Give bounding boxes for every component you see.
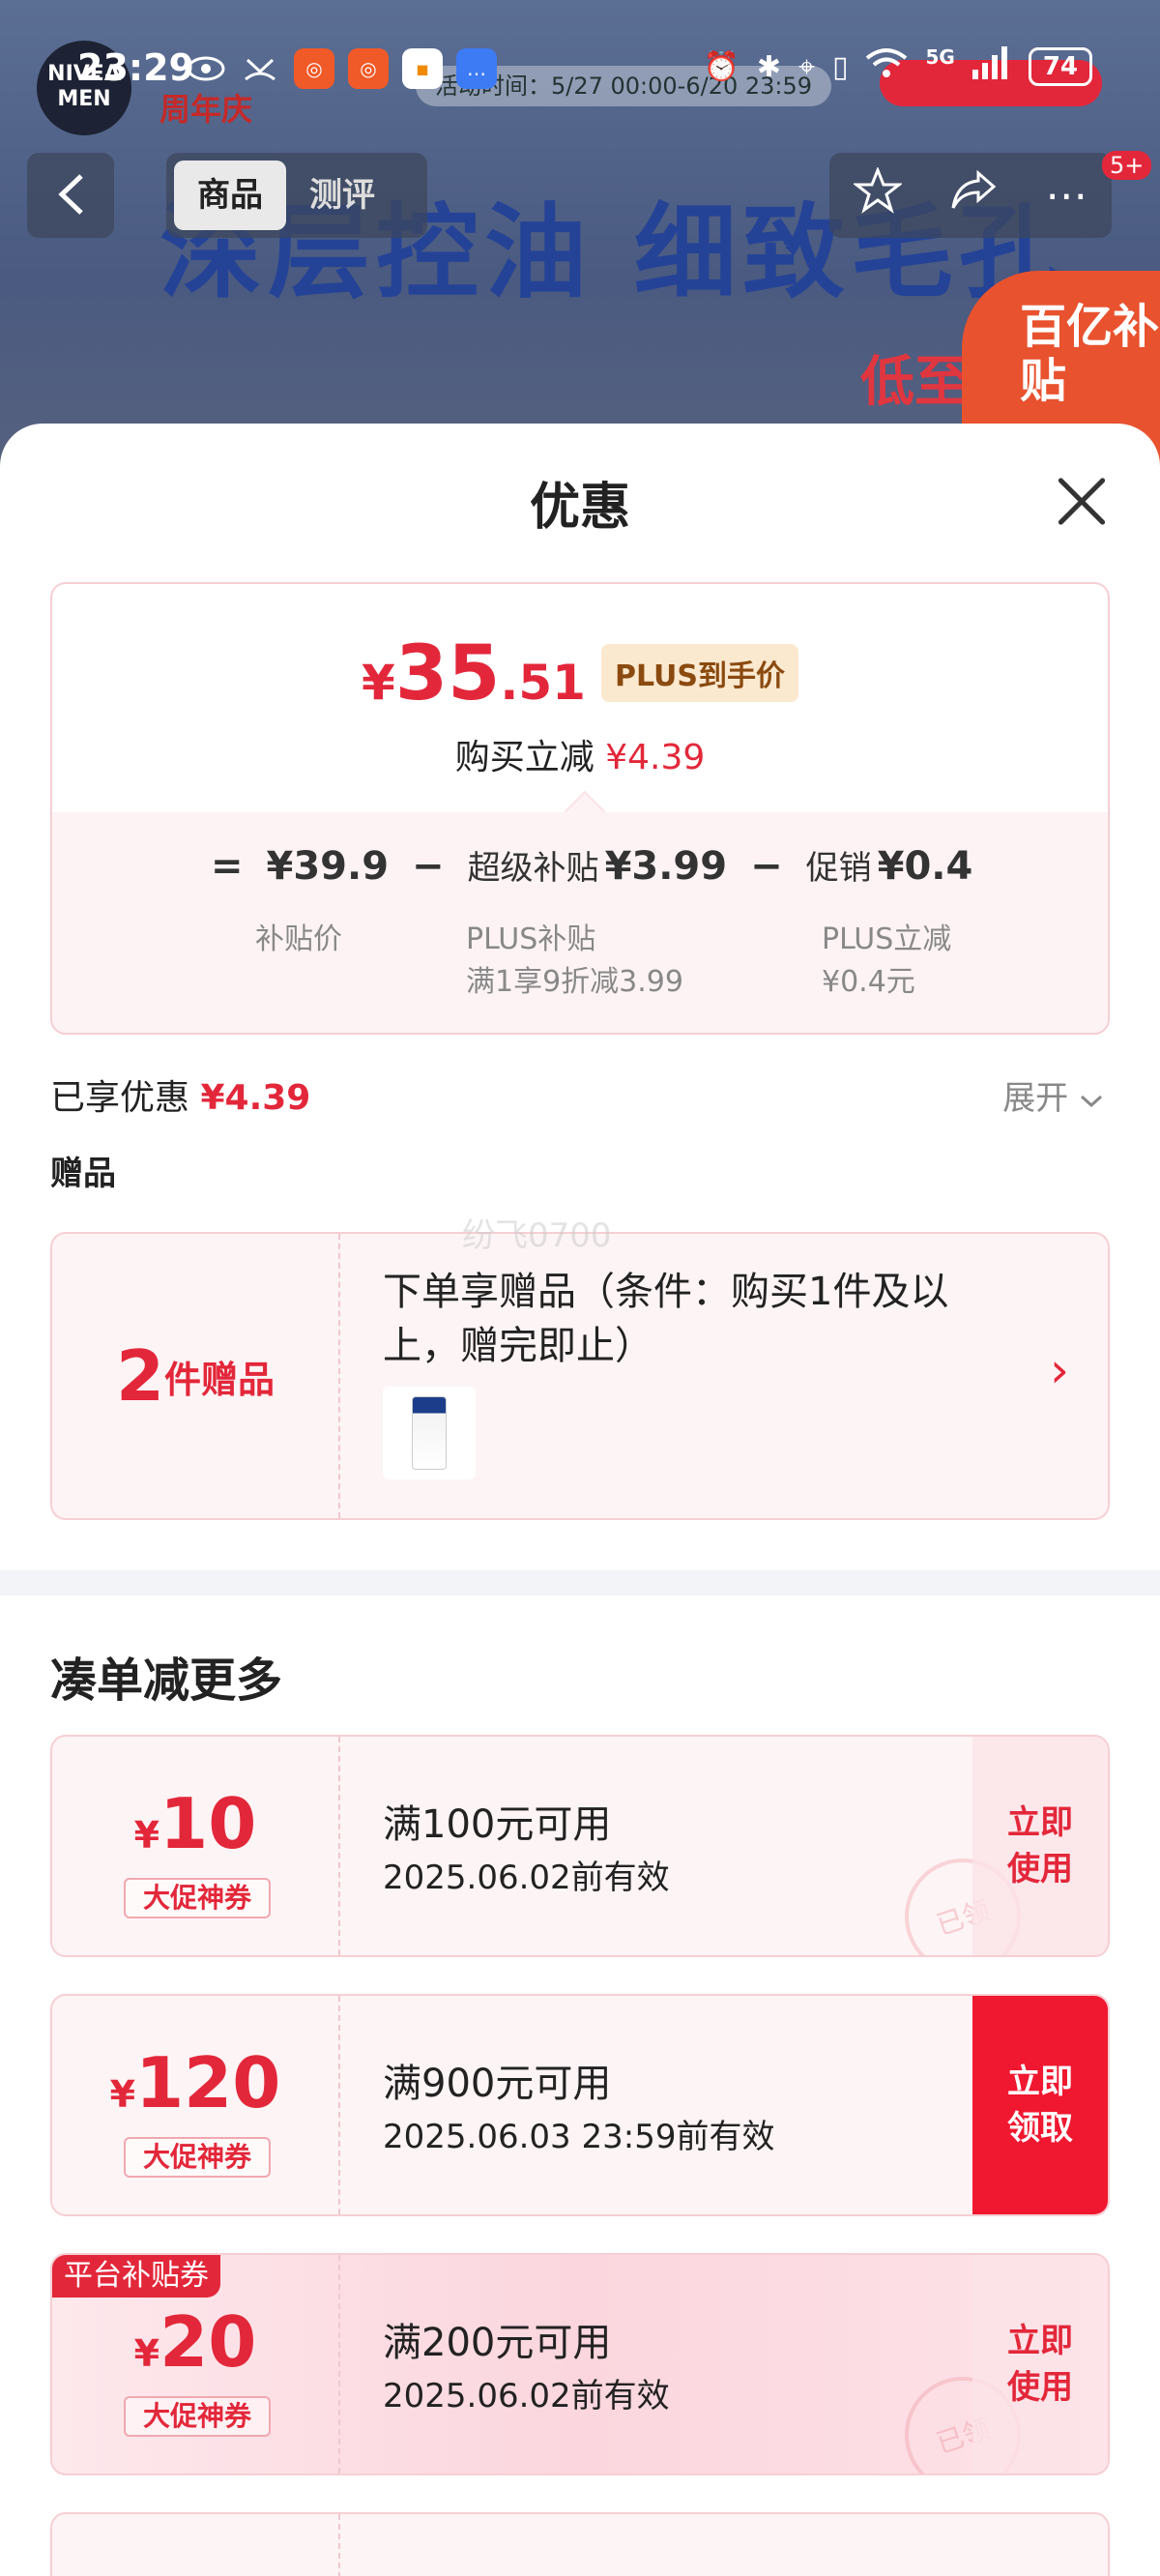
coupon-validity: 2025.06.02前有效 [383,1859,670,1897]
use-now-button[interactable]: 立即使用 [972,2255,1108,2474]
coupon-card: ¥10 大促神券 满100元可用 2025.06.02前有效 已领 立即使用 [50,1735,1110,1957]
section-divider [0,1570,1160,1595]
promo-caption: PLUS立减 ¥0.4元 [822,922,952,999]
coupon-amount: ¥120 [109,2042,281,2123]
system-status-icons: ⏰ ✱ ⌖ ▯ 5G 74 [703,45,1092,87]
expand-toggle[interactable]: 展开 [1002,1071,1104,1119]
eye-icon [186,48,226,89]
notification-icons: ◎ ◎ ◼ … [186,48,497,89]
nav-tabs: 商品 测评 [166,153,427,238]
location-icon: ⌖ [798,49,815,84]
status-bar: 23:29 ◎ ◎ ◼ … ⏰ ✱ ⌖ ▯ 5G 74 [0,0,1160,135]
wifi-icon [865,46,908,87]
watermark: 纷飞0700 [462,1216,612,1255]
instant-reduce-line: 购买立减 ¥4.39 [454,738,706,777]
bluetooth-icon: ✱ [756,49,782,84]
message-badge: 5+ [1102,151,1152,180]
promo-amount: ¥0.4 [877,844,973,889]
share-icon[interactable] [949,169,998,222]
coupon-validity: 2025.06.03 23:59前有效 [383,2118,775,2156]
battery-indicator: 74 [1028,47,1092,86]
price-breakdown-card: ¥35.51 PLUS到手价 购买立减 ¥4.39 = ¥39.9 − 超级补贴… [50,582,1110,1035]
status-time: 23:29 [77,46,194,89]
app-notification-icon: ◼ [402,48,443,89]
gift-card[interactable]: 2 件赠品 下单享赠品（条件：购买1件及以上，赠完即止） › [50,1232,1110,1520]
network-label: 5G [925,45,955,69]
coupon-validity: 2025.06.02前有效 [383,2377,670,2415]
vibrate-icon: ▯ [831,49,849,84]
nav-actions: ⋯ [829,153,1112,238]
coupon-amount: ¥10 [133,1783,257,1864]
more-icon[interactable]: ⋯ [1045,171,1088,220]
app-notification-icon: ◎ [294,48,334,89]
final-price-row: ¥35.51 PLUS到手价 [52,630,1108,717]
coupon-type-tag: 大促神券 [124,1878,271,1918]
coupon-type-tag: 大促神券 [124,2137,271,2178]
gift-product-image [383,1387,476,1479]
formula-line: = ¥39.9 − 超级补贴 ¥3.99 − 促销 ¥0.4 [211,844,973,889]
price-formula: = ¥39.9 − 超级补贴 ¥3.99 − 促销 ¥0.4 补贴价 PLUS补… [52,790,1108,1033]
top-navigation: 商品 测评 ⋯ 5+ [0,151,1160,240]
back-button[interactable] [27,153,114,238]
missed-call-icon [240,48,280,89]
gift-heading: 赠品 [50,1155,116,1193]
close-icon[interactable] [1054,474,1108,528]
super-subsidy-amount: ¥3.99 [604,844,728,889]
subsidy-price: ¥39.9 [266,844,390,889]
coupon-card-partial [50,2512,1110,2576]
platform-subsidy-tag: 平台补贴券 [52,2255,220,2298]
base-caption: 补贴价 [255,922,342,956]
sheet-title: 优惠 [529,479,630,537]
coupon-condition: 满200元可用 [383,2321,612,2365]
coupon-condition: 满100元可用 [383,1802,612,1847]
chevron-right-icon[interactable]: › [1050,1342,1069,1398]
alarm-icon: ⏰ [703,49,740,84]
signal-icon [972,46,1011,87]
chevron-left-icon [58,174,83,215]
plus-price-tag: PLUS到手价 [600,644,798,702]
use-now-button[interactable]: 立即使用 [972,1737,1108,1955]
chevron-down-icon [1080,1095,1103,1108]
tab-product[interactable]: 商品 [174,161,286,230]
tab-review[interactable]: 测评 [286,161,398,230]
section-title: 凑单减更多 [50,1654,283,1708]
enjoyed-discount: 已享优惠 ¥4.39 [50,1078,311,1118]
gift-description: 下单享赠品（条件：购买1件及以上，赠完即止） [383,1270,949,1368]
discount-sheet: 优惠 ¥35.51 PLUS到手价 购买立减 ¥4.39 = ¥39.9 − 超… [0,424,1160,2576]
coupon-amount: ¥20 [133,2301,257,2383]
coupon-type-tag: 大促神券 [124,2396,271,2437]
final-price: ¥35.51 [362,630,586,717]
super-subsidy-caption: PLUS补贴 满1享9折减3.99 [466,922,683,999]
coupon-condition: 满900元可用 [383,2062,612,2106]
coupon-card: ¥120 大促神券 满900元可用 2025.06.03 23:59前有效 立即… [50,1994,1110,2216]
gift-count: 2 件赠品 [52,1234,340,1518]
favorite-star-icon[interactable] [852,165,904,224]
message-icon: … [456,48,497,89]
coupon-card: ¥20 大促神券 平台补贴券 满200元可用 2025.06.02前有效 已领 … [50,2253,1110,2475]
app-notification-icon: ◎ [348,48,389,89]
claim-now-button[interactable]: 立即领取 [972,1996,1108,2214]
